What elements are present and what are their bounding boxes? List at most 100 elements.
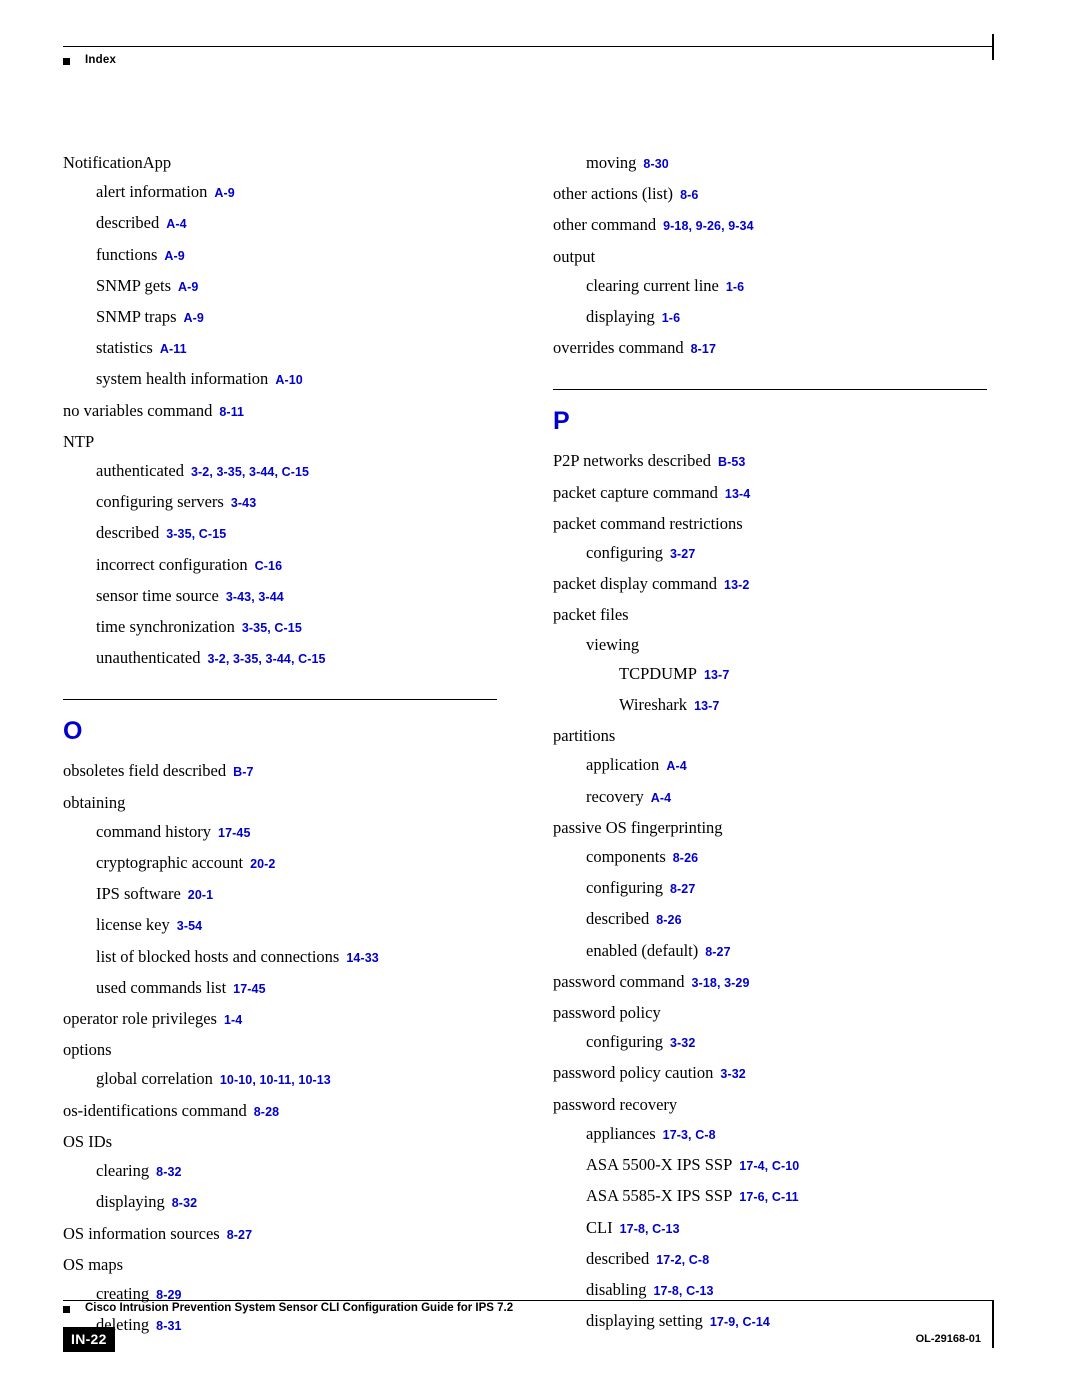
section-divider: [63, 699, 497, 701]
index-entry-page-ref[interactable]: 8-17: [684, 342, 716, 356]
footer-crop-mark-bottom: [992, 1322, 994, 1348]
index-entry: OS information sources 8-27: [63, 1219, 497, 1250]
index-entry-page-ref[interactable]: 3-43, 3-44: [219, 590, 284, 604]
page-number-badge: IN-22: [63, 1327, 115, 1352]
index-entry-page-ref[interactable]: 14-33: [339, 951, 378, 965]
index-entry-label: clearing: [96, 1161, 150, 1181]
index-entry-page-ref[interactable]: 3-32: [713, 1067, 745, 1081]
index-entry-page-ref[interactable]: 8-27: [220, 1228, 252, 1242]
index-entry-label: OS maps: [63, 1254, 124, 1274]
index-entry-page-ref[interactable]: 13-7: [697, 668, 729, 682]
index-entry-page-ref[interactable]: 3-18, 3-29: [685, 976, 750, 990]
index-entry: overrides command 8-17: [553, 333, 987, 364]
index-entry: moving 8-30: [553, 148, 987, 179]
index-entry-page-ref[interactable]: 17-3, C-8: [656, 1128, 716, 1142]
index-entry-label: configuring: [586, 543, 663, 563]
index-entry-page-ref[interactable]: 13-7: [687, 699, 719, 713]
index-entry-page-ref[interactable]: 10-10, 10-11, 10-13: [213, 1073, 331, 1087]
index-entry-page-ref[interactable]: A-10: [268, 373, 303, 387]
index-entry-label: obtaining: [63, 792, 126, 812]
index-entry-label: other command: [553, 215, 657, 235]
index-entry-page-ref[interactable]: 8-6: [673, 188, 698, 202]
index-entry-label: password policy caution: [553, 1063, 714, 1083]
index-entry-page-ref[interactable]: 3-2, 3-35, 3-44, C-15: [200, 652, 325, 666]
index-column-left: NotificationApp alert information A-9 descr…: [63, 148, 497, 1341]
index-entry-label: ASA 5500-X IPS SSP: [586, 1155, 733, 1175]
index-entry-label: password policy: [553, 1003, 661, 1023]
index-entry-label: components: [586, 847, 666, 867]
index-entry: unauthenticated 3-2, 3-35, 3-44, C-15: [63, 643, 497, 674]
index-entry: obsoletes field described B-7: [63, 756, 497, 787]
index-entry-page-ref[interactable]: C-16: [248, 559, 283, 573]
index-entry-label: used commands list: [96, 977, 227, 997]
index-entry-page-ref[interactable]: 17-8, C-13: [613, 1222, 680, 1236]
index-entry-page-ref[interactable]: 3-32: [663, 1036, 695, 1050]
index-entry-label: cryptographic account: [96, 853, 244, 873]
index-entry-page-ref[interactable]: 8-27: [663, 882, 695, 896]
index-entry-page-ref[interactable]: 13-2: [717, 578, 749, 592]
index-entry-page-ref[interactable]: 17-2, C-8: [649, 1253, 709, 1267]
index-entry-page-ref[interactable]: 8-30: [636, 157, 668, 171]
index-entry-label: other actions (list): [553, 184, 674, 204]
index-entry-page-ref[interactable]: 8-32: [149, 1165, 181, 1179]
index-entry: configuring servers 3-43: [63, 487, 497, 518]
index-entry-page-ref[interactable]: 3-35, C-15: [159, 527, 226, 541]
index-entry-page-ref[interactable]: 8-11: [212, 405, 244, 419]
index-entry-page-ref[interactable]: 20-2: [243, 857, 275, 871]
index-entry-page-ref[interactable]: A-4: [159, 217, 186, 231]
index-entry: described 8-26: [553, 904, 987, 935]
index-entry: displaying 8-32: [63, 1187, 497, 1218]
index-entry-page-ref[interactable]: A-9: [207, 186, 234, 200]
index-entry: components 8-26: [553, 842, 987, 873]
index-entry-page-ref[interactable]: 8-32: [165, 1196, 197, 1210]
index-entry-page-ref[interactable]: A-4: [644, 791, 671, 805]
index-entry-page-ref[interactable]: 20-1: [181, 888, 213, 902]
index-entry-page-ref[interactable]: 17-4, C-10: [732, 1159, 799, 1173]
index-entry-label: NTP: [63, 431, 95, 451]
index-entry-page-ref[interactable]: A-9: [157, 249, 184, 263]
section-heading: O: [63, 699, 497, 746]
index-entry-page-ref[interactable]: 8-27: [698, 945, 730, 959]
index-entry-page-ref[interactable]: 1-4: [217, 1013, 242, 1027]
index-entry-page-ref[interactable]: A-4: [659, 759, 686, 773]
index-entry-page-ref[interactable]: 17-45: [211, 826, 250, 840]
index-entry-label: output: [553, 246, 596, 266]
index-entry-page-ref[interactable]: 3-35, C-15: [235, 621, 302, 635]
index-entry-page-ref[interactable]: 13-4: [718, 487, 750, 501]
index-entry-page-ref[interactable]: 1-6: [719, 280, 744, 294]
index-entry-page-ref[interactable]: B-53: [711, 455, 746, 469]
index-entry: ASA 5585-X IPS SSP 17-6, C-11: [553, 1181, 987, 1212]
index-entry-page-ref[interactable]: B-7: [226, 765, 253, 779]
index-entry-page-ref[interactable]: 8-28: [247, 1105, 279, 1119]
index-entry-page-ref[interactable]: 3-54: [170, 919, 202, 933]
index-entry-page-ref[interactable]: 17-6, C-11: [732, 1190, 798, 1204]
index-entry-page-ref[interactable]: A-9: [171, 280, 198, 294]
index-entry-page-ref[interactable]: 3-43: [224, 496, 256, 510]
index-entry-label: overrides command: [553, 338, 684, 358]
index-entry-page-ref[interactable]: 8-26: [666, 851, 698, 865]
index-entry-page-ref[interactable]: A-11: [153, 342, 187, 356]
index-entry-label: configuring: [586, 878, 663, 898]
index-entry-page-ref[interactable]: 8-26: [649, 913, 681, 927]
index-entry: described A-4: [63, 208, 497, 239]
index-entry-label: appliances: [586, 1123, 656, 1143]
index-entry: enabled (default) 8-27: [553, 936, 987, 967]
index-entry-page-ref[interactable]: 17-8, C-13: [647, 1284, 714, 1298]
index-entry-label: command history: [96, 821, 212, 841]
index-entry-page-ref[interactable]: 3-2, 3-35, 3-44, C-15: [184, 465, 309, 479]
index-entry-label: system health information: [96, 369, 269, 389]
index-entry: configuring 3-32: [553, 1027, 987, 1058]
index-entry-label: alert information: [96, 182, 208, 202]
index-entry: packet command restrictions: [553, 509, 987, 538]
index-entry-label: recovery: [586, 786, 644, 806]
index-entry: statistics A-11: [63, 333, 497, 364]
index-entry-label: sensor time source: [96, 585, 219, 605]
index-entry-page-ref[interactable]: 3-27: [663, 547, 695, 561]
index-entry: packet files: [553, 600, 987, 629]
index-entry-page-ref[interactable]: 9-18, 9-26, 9-34: [656, 219, 754, 233]
index-entry: appliances 17-3, C-8: [553, 1119, 987, 1150]
index-entry-page-ref[interactable]: A-9: [177, 311, 204, 325]
index-entry-page-ref[interactable]: 17-45: [226, 982, 265, 996]
index-entry: time synchronization 3-35, C-15: [63, 612, 497, 643]
index-entry-page-ref[interactable]: 1-6: [655, 311, 680, 325]
